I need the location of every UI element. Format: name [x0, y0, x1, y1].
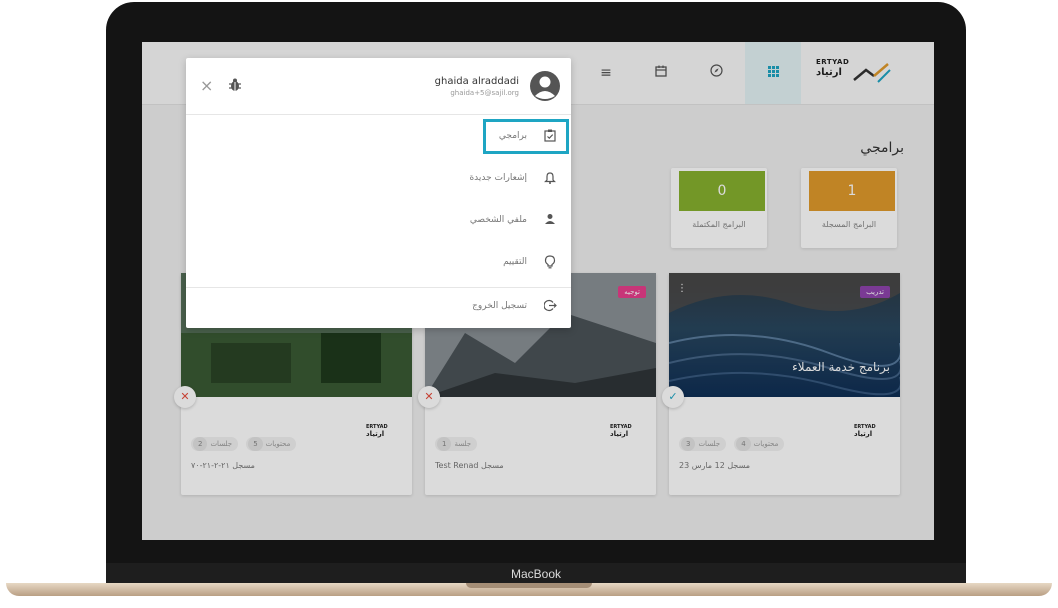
person-icon	[542, 213, 558, 229]
bug-icon[interactable]	[228, 77, 242, 97]
laptop-notch	[466, 583, 592, 588]
avatar[interactable]	[529, 70, 561, 102]
logout-icon	[542, 299, 558, 315]
user-menu: × ghaida alraddadi ghaida+5@sajil.org بر…	[186, 58, 571, 328]
close-icon[interactable]: ×	[200, 76, 213, 95]
user-name: ghaida alraddadi	[434, 76, 519, 87]
menu-item-notifications[interactable]: إشعارات جديدة	[186, 160, 571, 200]
menu-item-evaluation[interactable]: التقييم	[186, 244, 571, 284]
user-email: ghaida+5@sajil.org	[450, 89, 519, 97]
active-item-highlight	[483, 119, 569, 154]
menu-item-profile[interactable]: ملفي الشخصي	[186, 202, 571, 242]
bell-icon	[542, 171, 558, 187]
user-menu-header: × ghaida alraddadi ghaida+5@sajil.org	[186, 58, 571, 115]
lightbulb-icon	[542, 255, 558, 271]
device-brand-label: MacBook	[510, 567, 562, 581]
laptop-chin: MacBook	[106, 563, 966, 585]
menu-item-logout[interactable]: تسجيل الخروج	[186, 288, 571, 328]
app-screen: ≡ ERTYAD ارتياد برامجي 1 البرامج المسجلة…	[142, 42, 934, 540]
